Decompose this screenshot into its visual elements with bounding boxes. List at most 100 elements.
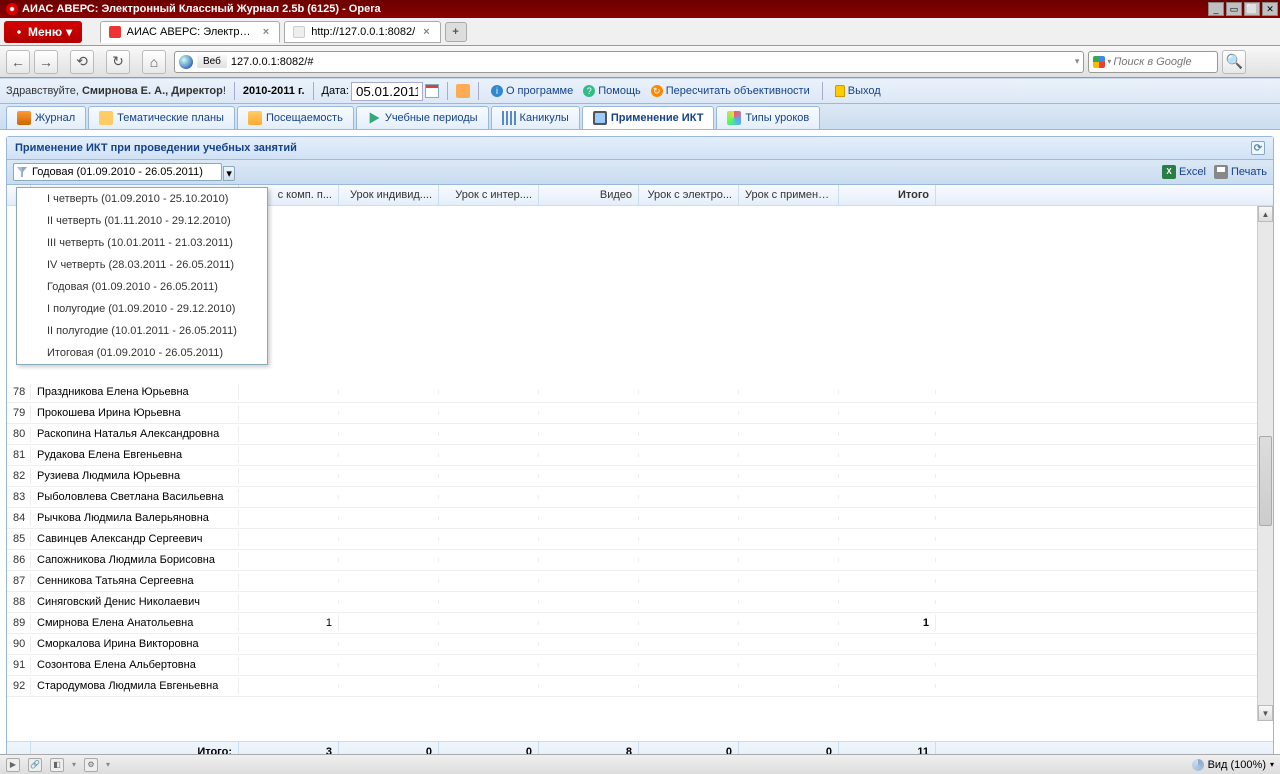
cell [739,390,839,394]
calendar-icon[interactable] [425,84,439,98]
col-total[interactable]: Итого [839,185,936,205]
refresh-icon[interactable]: ⟳ [1251,141,1265,155]
cell [739,642,839,646]
cell [639,432,739,436]
table-row[interactable]: 79Прокошева Ирина Юрьевна [7,403,1273,424]
cell [739,621,839,625]
col-data[interactable]: Урок с примене... [739,185,839,205]
status-widget-icon[interactable]: ◧ [50,758,64,772]
cell-num: 86 [7,552,31,568]
book-icon [17,111,31,125]
reload-button[interactable]: ↻ [106,50,130,74]
status-plugin-icon[interactable]: ⚙ [84,758,98,772]
tab-attendance[interactable]: Посещаемость [237,106,354,129]
cell [239,558,339,562]
table-row[interactable]: 83Рыболовлева Светлана Васильевна [7,487,1273,508]
maximize-button[interactable]: ⬜ [1244,2,1260,16]
cell [239,600,339,604]
status-panel-icon[interactable]: ▶ [6,758,20,772]
period-option[interactable]: I четверть (01.09.2010 - 25.10.2010) [17,188,267,210]
period-option[interactable]: IV четверть (28.03.2011 - 26.05.2011) [17,254,267,276]
period-option[interactable]: Итоговая (01.09.2010 - 26.05.2011) [17,342,267,364]
period-dropdown[interactable]: Годовая (01.09.2010 - 26.05.2011) [13,163,222,181]
google-icon [1093,56,1105,68]
cell-num: 81 [7,447,31,463]
home-button[interactable]: ⌂ [142,50,166,74]
col-data[interactable]: Урок с электро... [639,185,739,205]
opera-icon [6,3,18,15]
cell [439,474,539,478]
cell [639,516,739,520]
addr-dropdown-icon[interactable]: ▾ [1075,56,1080,67]
scroll-down-icon[interactable]: ▼ [1258,705,1273,721]
table-row[interactable]: 82Рузиева Людмила Юрьевна [7,466,1273,487]
cell [739,663,839,667]
col-data[interactable]: Урок индивид.... [339,185,439,205]
printer-icon [1214,165,1228,179]
recalc-link[interactable]: ↻Пересчитать объективности [647,85,814,97]
browser-tab-1[interactable]: АИАС АВЕРС: Электрон...× [100,21,280,43]
cell-total [839,684,936,688]
cell [339,642,439,646]
rewind-button[interactable]: ⟲ [70,50,94,74]
close-tab-icon[interactable]: × [261,26,271,38]
cell [239,432,339,436]
col-data[interactable]: Видео [539,185,639,205]
tab-journal[interactable]: Журнал [6,106,86,129]
tab-plans[interactable]: Тематические планы [88,106,235,129]
table-row[interactable]: 84Рычкова Людмила Валерьяновна [7,508,1273,529]
scroll-up-icon[interactable]: ▲ [1258,206,1273,222]
period-option[interactable]: III четверть (10.01.2011 - 21.03.2011) [17,232,267,254]
close-button[interactable]: ✕ [1262,2,1278,16]
exit-link[interactable]: Выход [831,85,885,97]
table-row[interactable]: 92Стародумова Людмила Евгеньевна [7,676,1273,697]
url-input[interactable] [231,56,1071,68]
table-row[interactable]: 90Сморкалова Ирина Викторовна [7,634,1273,655]
status-sync-icon[interactable]: 🔗 [28,758,42,772]
cell [239,663,339,667]
tab-periods[interactable]: Учебные периоды [356,106,489,129]
new-tab-button[interactable]: + [445,22,467,42]
toolbar-action-icon[interactable] [456,84,470,98]
restore-button[interactable]: ▭ [1226,2,1242,16]
table-row[interactable]: 81Рудакова Елена Евгеньевна [7,445,1273,466]
search-input[interactable] [1113,56,1213,68]
tab-vacation[interactable]: Каникулы [491,106,580,129]
vertical-scrollbar[interactable]: ▲ ▼ [1257,206,1273,721]
table-row[interactable]: 87Сенникова Татьяна Сергеевна [7,571,1273,592]
table-row[interactable]: 86Сапожникова Людмила Борисовна [7,550,1273,571]
col-data[interactable]: Урок с интер.... [439,185,539,205]
table-row[interactable]: 91Созонтова Елена Альбертовна [7,655,1273,676]
scroll-thumb[interactable] [1259,436,1272,526]
back-button[interactable]: ← [6,50,30,74]
table-row[interactable]: 88Синяговский Денис Николаевич [7,592,1273,613]
table-row[interactable]: 80Раскопина Наталья Александровна [7,424,1273,445]
minimize-button[interactable]: _ [1208,2,1224,16]
period-option[interactable]: II четверть (01.11.2010 - 29.12.2010) [17,210,267,232]
tab-types[interactable]: Типы уроков [716,106,820,129]
table-row[interactable]: 89Смирнова Елена Анатольевна11 [7,613,1273,634]
cell-num: 82 [7,468,31,484]
zoom-control[interactable]: Вид (100%) ▾ [1192,759,1274,771]
cell [739,453,839,457]
period-option[interactable]: I полугодие (01.09.2010 - 29.12.2010) [17,298,267,320]
help-link[interactable]: ?Помощь [579,85,645,97]
close-tab-icon[interactable]: × [421,26,431,38]
print-button[interactable]: Печать [1214,165,1267,179]
table-row[interactable]: 78Праздникова Елена Юрьевна [7,382,1273,403]
table-row[interactable]: 85Савинцев Александр Сергеевич [7,529,1273,550]
cell [739,600,839,604]
cell [339,390,439,394]
browser-tab-2[interactable]: http://127.0.0.1:8082/× [284,21,440,43]
export-excel-button[interactable]: XExcel [1162,165,1206,179]
opera-menu-button[interactable]: Меню▾ [4,21,82,43]
period-option[interactable]: Годовая (01.09.2010 - 26.05.2011) [17,276,267,298]
cell [439,390,539,394]
tab-ict[interactable]: Применение ИКТ [582,106,715,129]
period-option[interactable]: II полугодие (10.01.2011 - 26.05.2011) [17,320,267,342]
cell [639,642,739,646]
about-link[interactable]: iО программе [487,85,577,97]
date-input[interactable] [351,82,423,101]
forward-button[interactable]: → [34,50,58,74]
search-button[interactable]: 🔍 [1222,50,1246,74]
